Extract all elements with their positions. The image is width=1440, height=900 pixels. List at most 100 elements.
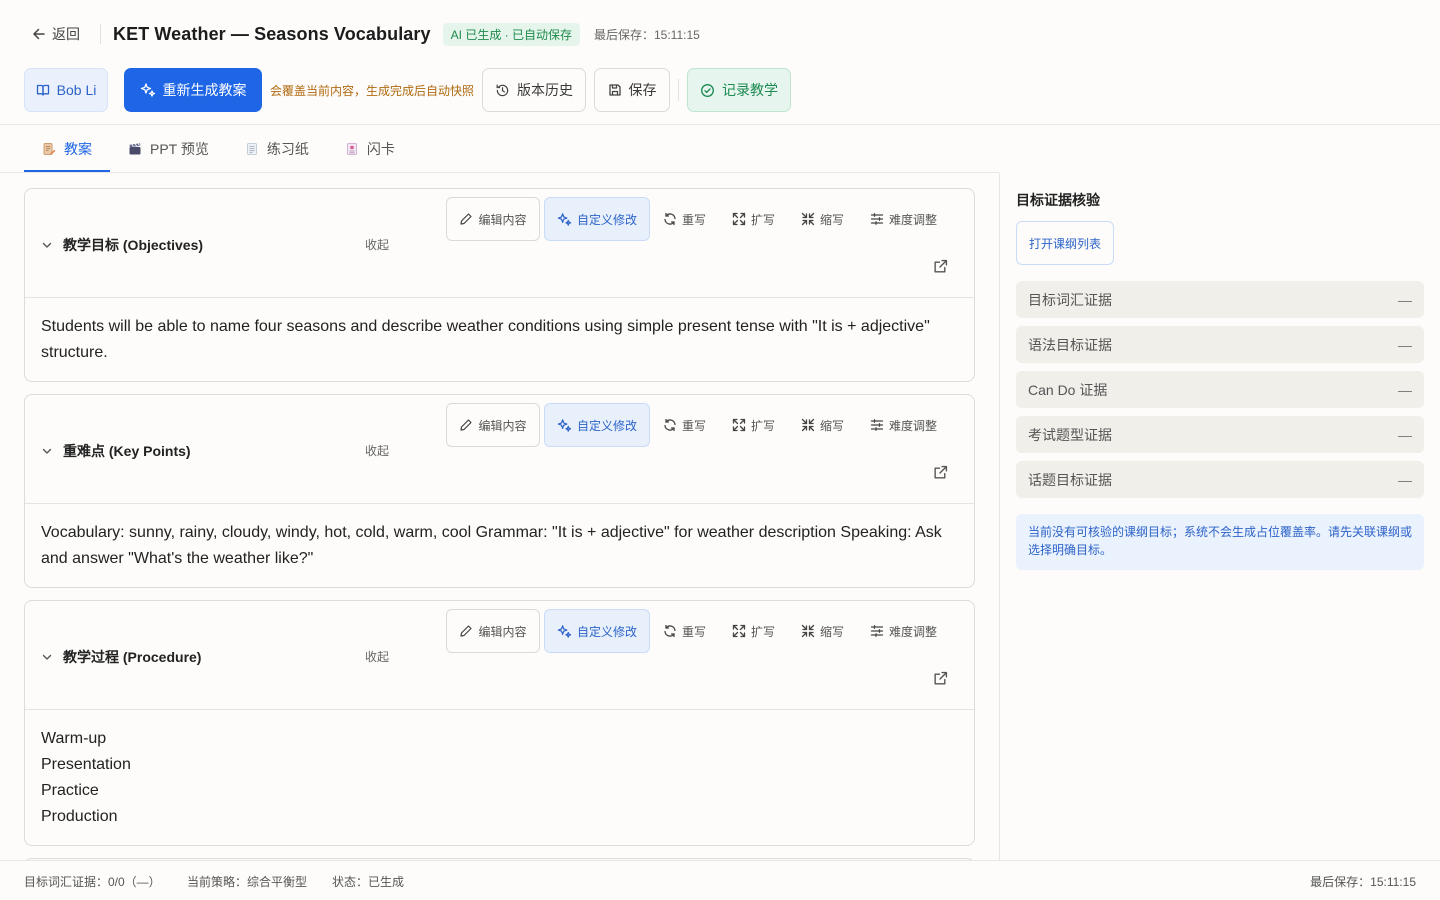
custom-label: 自定义修改 xyxy=(576,212,637,227)
custom-edit-button[interactable]: 自定义修改 xyxy=(544,609,650,653)
record-teaching-button[interactable]: 记录教学 xyxy=(687,68,791,112)
evidence-label: 话题目标证据 xyxy=(1028,471,1112,488)
user-button[interactable]: Bob Li xyxy=(24,68,108,112)
section-card-procedure: 教学过程 (Procedure) 收起 编辑内容 自定义修改 重写 扩写 缩写 … xyxy=(24,600,975,846)
document-icon xyxy=(245,142,259,156)
external-link-icon[interactable] xyxy=(933,259,948,274)
rewrite-button[interactable]: 重写 xyxy=(650,197,719,241)
evidence-value: — xyxy=(1398,336,1412,353)
difficulty-button[interactable]: 难度调整 xyxy=(857,197,950,241)
evidence-value: — xyxy=(1398,291,1412,308)
shrink-button[interactable]: 缩写 xyxy=(788,609,857,653)
pencil-icon xyxy=(459,418,473,432)
page-title: KET Weather — Seasons Vocabulary xyxy=(113,23,431,44)
expand-label: 扩写 xyxy=(751,418,776,433)
shrink-icon xyxy=(801,418,815,432)
section-actions: 编辑内容 自定义修改 重写 扩写 缩写 难度调整 xyxy=(446,403,950,447)
collapse-button[interactable]: 收起 xyxy=(365,442,389,459)
section-card-objectives: 教学目标 (Objectives) 收起 编辑内容 自定义修改 重写 扩写 缩写… xyxy=(24,188,975,382)
evidence-row-exam-type[interactable]: 考试题型证据 — xyxy=(1016,416,1424,453)
tab-label: PPT 预览 xyxy=(150,140,209,157)
procedure-step: Production xyxy=(41,808,118,825)
sparkle-icon xyxy=(140,82,156,98)
rewrite-button[interactable]: 重写 xyxy=(650,403,719,447)
evidence-label: 考试题型证据 xyxy=(1028,426,1112,443)
difficulty-label: 难度调整 xyxy=(889,418,938,433)
arrow-left-icon xyxy=(32,27,46,41)
section-body: Warm-up Presentation Practice Production xyxy=(25,710,974,830)
procedure-step: Warm-up xyxy=(41,730,107,747)
custom-edit-button[interactable]: 自定义修改 xyxy=(544,197,650,241)
tab-ppt-preview[interactable]: PPT 预览 xyxy=(110,125,227,172)
strategy-status: 当前策略：综合平衡型 xyxy=(187,875,308,889)
tab-bar: 教案 PPT 预览 练习纸 闪卡 xyxy=(24,125,413,172)
tab-label: 闪卡 xyxy=(366,140,395,157)
section-actions: 编辑内容 自定义修改 重写 扩写 缩写 难度调整 xyxy=(446,197,950,241)
back-label: 返回 xyxy=(52,26,80,42)
shrink-label: 缩写 xyxy=(820,624,845,639)
tab-flashcards[interactable]: 闪卡 xyxy=(327,125,413,172)
external-link-icon[interactable] xyxy=(933,465,948,480)
procedure-step: Practice xyxy=(41,782,99,799)
generation-status: 状态：已生成 xyxy=(332,875,405,889)
rewrite-label: 重写 xyxy=(682,212,707,227)
rewrite-button[interactable]: 重写 xyxy=(650,609,719,653)
save-label: 保存 xyxy=(628,82,657,98)
open-syllabus-button[interactable]: 打开课纲列表 xyxy=(1016,221,1114,265)
edit-content-button[interactable]: 编辑内容 xyxy=(446,197,540,241)
shrink-label: 缩写 xyxy=(820,418,845,433)
expand-button[interactable]: 扩写 xyxy=(719,403,788,447)
evidence-row-grammar[interactable]: 语法目标证据 — xyxy=(1016,326,1424,363)
difficulty-button[interactable]: 难度调整 xyxy=(857,609,950,653)
edit-content-button[interactable]: 编辑内容 xyxy=(446,609,540,653)
section-title: 教学目标 (Objectives) xyxy=(63,237,204,253)
section-toggle[interactable]: 重难点 (Key Points) xyxy=(41,441,191,461)
vocab-evidence-status: 目标词汇证据：0/0（—） xyxy=(24,875,161,889)
section-toggle[interactable]: 教学过程 (Procedure) xyxy=(41,647,201,667)
shrink-button[interactable]: 缩写 xyxy=(788,197,857,241)
procedure-step: Presentation xyxy=(41,756,131,773)
top-bar: 返回 KET Weather — Seasons Vocabulary AI 已… xyxy=(0,0,1440,68)
action-toolbar: Bob Li 重新生成教案 会覆盖当前内容，生成完成后自动快照 版本历史 保存 … xyxy=(0,68,1440,112)
divider xyxy=(100,24,101,44)
edit-label: 编辑内容 xyxy=(478,418,527,433)
back-button[interactable]: 返回 xyxy=(32,24,80,44)
evidence-value: — xyxy=(1398,381,1412,398)
expand-label: 扩写 xyxy=(751,212,776,227)
section-toggle[interactable]: 教学目标 (Objectives) xyxy=(41,235,203,255)
evidence-value: — xyxy=(1398,471,1412,488)
evidence-row-vocabulary[interactable]: 目标词汇证据 — xyxy=(1016,281,1424,318)
shrink-button[interactable]: 缩写 xyxy=(788,403,857,447)
expand-label: 扩写 xyxy=(751,624,776,639)
evidence-panel: 目标证据核验 打开课纲列表 目标词汇证据 — 语法目标证据 — Can Do 证… xyxy=(1000,173,1440,860)
expand-icon xyxy=(732,624,746,638)
custom-label: 自定义修改 xyxy=(576,624,637,639)
tab-worksheet[interactable]: 练习纸 xyxy=(227,125,327,172)
sliders-icon xyxy=(870,212,884,226)
status-badge: AI 已生成 · 已自动保存 xyxy=(442,22,580,46)
regenerate-button[interactable]: 重新生成教案 xyxy=(124,68,262,112)
expand-icon xyxy=(732,418,746,432)
document-pencil-icon xyxy=(42,142,56,156)
collapse-button[interactable]: 收起 xyxy=(365,648,389,665)
version-history-button[interactable]: 版本历史 xyxy=(482,68,586,112)
evidence-row-can-do[interactable]: Can Do 证据 — xyxy=(1016,371,1424,408)
edit-content-button[interactable]: 编辑内容 xyxy=(446,403,540,447)
card-icon xyxy=(345,142,359,156)
sliders-icon xyxy=(870,418,884,432)
expand-button[interactable]: 扩写 xyxy=(719,609,788,653)
shrink-icon xyxy=(801,624,815,638)
evidence-label: 目标词汇证据 xyxy=(1028,291,1112,308)
lesson-plan-editor: 教学目标 (Objectives) 收起 编辑内容 自定义修改 重写 扩写 缩写… xyxy=(0,173,999,860)
tab-lesson-plan[interactable]: 教案 xyxy=(24,125,110,172)
difficulty-button[interactable]: 难度调整 xyxy=(857,403,950,447)
sparkle-icon xyxy=(557,624,572,639)
collapse-button[interactable]: 收起 xyxy=(365,236,389,253)
sparkle-icon xyxy=(557,212,572,227)
save-button[interactable]: 保存 xyxy=(594,68,670,112)
custom-edit-button[interactable]: 自定义修改 xyxy=(544,403,650,447)
history-icon xyxy=(495,83,510,98)
evidence-row-topic[interactable]: 话题目标证据 — xyxy=(1016,461,1424,498)
expand-button[interactable]: 扩写 xyxy=(719,197,788,241)
external-link-icon[interactable] xyxy=(933,671,948,686)
